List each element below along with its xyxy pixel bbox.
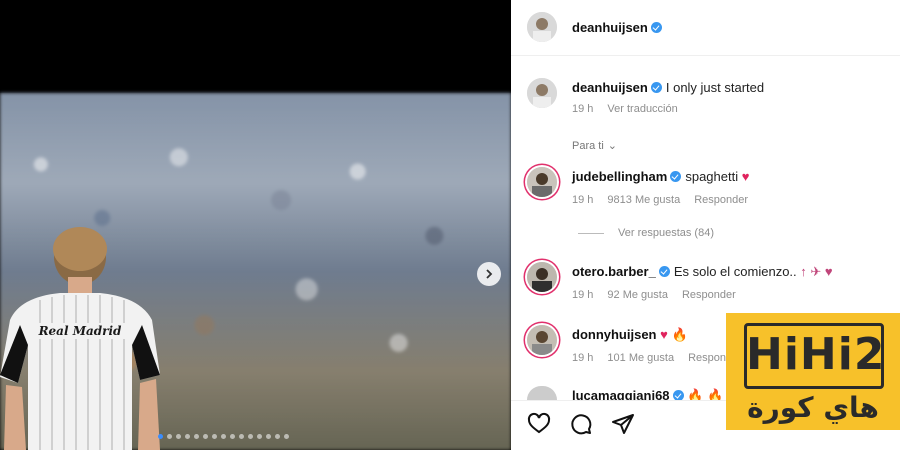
emoji-group: 🔥 🔥 [687,388,724,400]
comment-likes[interactable]: 92 Me gusta [607,289,668,301]
comment-avatar[interactable] [527,167,557,197]
heart-emoji: ♥ [741,169,750,184]
caption-time: 19 h [572,103,594,115]
carousel-dot [284,434,289,439]
share-icon[interactable] [611,412,635,436]
carousel-dots [158,434,289,439]
comment-time: 19 h [572,352,594,364]
comment-username[interactable]: judebellingham [572,169,667,184]
verified-icon [650,82,662,93]
comment-1: judebellingham spaghetti ♥ [572,169,749,184]
view-replies-label[interactable]: Ver respuestas (84) [618,227,714,239]
carousel-dot [239,434,244,439]
carousel-dot [248,434,253,439]
translate-link[interactable]: Ver traducción [607,103,677,115]
verified-icon [672,390,684,400]
emoji-group: ♥ 🔥 [660,327,688,342]
verified-icon [650,22,662,33]
caption-avatar[interactable] [527,78,557,108]
carousel-dot [176,434,181,439]
caption-meta: 19 h Ver traducción [572,103,692,115]
comment-username[interactable]: otero.barber_ [572,264,656,279]
comment-avatar[interactable] [527,325,557,355]
player-back-image: Real Madrid [0,227,160,450]
carousel-dot [194,434,199,439]
verified-icon [658,266,670,277]
comment-time: 19 h [572,194,594,206]
comment-text: spaghetti [685,169,739,184]
comment-avatar[interactable] [527,262,557,292]
comment-3: donnyhuijsen ♥ 🔥 [572,327,688,343]
caption-username[interactable]: deanhuijsen [572,80,648,95]
caption-text: I only just started [665,80,765,95]
comment-likes[interactable]: 101 Me gusta [607,352,674,364]
carousel-dot [257,434,262,439]
logo-arabic-text: هاي كورة [747,391,879,424]
comment-text: Es solo el comienzo.. [673,264,797,279]
carousel-dot [221,434,226,439]
comment-2-meta: 19 h 92 Me gusta Responder [572,289,750,301]
comment-2: otero.barber_ Es solo el comienzo.. ↑ ✈ ♥ [572,264,833,280]
comment-username[interactable]: lucamaggiani68 [572,388,670,400]
comment-icon[interactable] [569,412,593,436]
post-actions [527,412,635,436]
chevron-right-icon [486,269,493,279]
sort-label: Para ti [572,140,604,152]
verified-icon [670,171,682,182]
carousel-dot [158,434,163,439]
next-image-button[interactable] [477,262,501,286]
jersey-text: Real Madrid [38,324,122,338]
comment-4: lucamaggiani68 🔥 🔥 [572,388,723,400]
author-avatar[interactable] [527,12,557,42]
reply-link[interactable]: Responder [694,194,748,206]
author-username[interactable]: deanhuijsen [572,20,662,35]
comment-time: 19 h [572,289,594,301]
emoji-group: ↑ ✈ ♥ [800,264,833,279]
carousel-dot [185,434,190,439]
caption: deanhuijsen I only just started [572,80,764,95]
reply-link[interactable]: Responder [682,289,736,301]
hihi2-watermark-logo: HiHi2 هاي كورة [726,313,900,430]
post-header: deanhuijsen [511,0,900,56]
heart-icon[interactable] [527,412,551,436]
comment-1-meta: 19 h 9813 Me gusta Responder [572,194,762,206]
carousel-dot [167,434,172,439]
carousel-dot [266,434,271,439]
post-media-panel: Real Madrid [0,0,511,450]
comment-3-meta: 19 h 101 Me gusta Respond [572,352,746,364]
sort-toggle[interactable]: Para ti ⌄ [572,139,631,152]
carousel-dot [212,434,217,439]
carousel-dot [230,434,235,439]
logo-latin-text: HiHi2 [746,329,886,380]
view-replies[interactable]: Ver respuestas (84) [578,227,728,239]
comment-likes[interactable]: 9813 Me gusta [607,194,680,206]
comment-username[interactable]: donnyhuijsen [572,327,657,342]
carousel-dot [203,434,208,439]
carousel-dot [275,434,280,439]
comment-avatar[interactable] [527,386,557,400]
chevron-down-icon: ⌄ [607,140,618,152]
